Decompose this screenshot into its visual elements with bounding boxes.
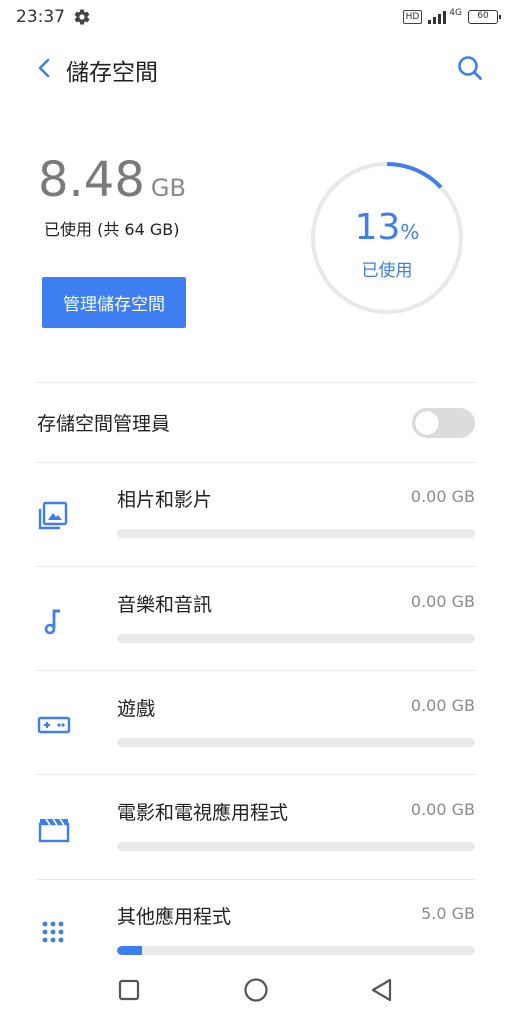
category-usage-fill: [117, 946, 143, 955]
category-size: 0.00 GB: [410, 696, 475, 715]
category-name: 相片和影片: [117, 489, 213, 511]
circle-icon[interactable]: [238, 972, 274, 1008]
category-games[interactable]: 遊戲 0.00 GB: [0, 672, 512, 776]
square-icon[interactable]: [111, 972, 147, 1008]
manage-storage-button[interactable]: 管理儲存空間: [42, 277, 186, 328]
divider: [37, 566, 475, 567]
category-movies-tv[interactable]: 電影和電視應用程式 0.00 GB: [0, 776, 512, 880]
category-name: 其他應用程式: [117, 906, 232, 928]
usage-percent-symbol: %: [400, 220, 420, 244]
clapperboard-icon: [38, 818, 70, 843]
gear-icon: [74, 9, 90, 25]
category-usage-bar: [117, 946, 475, 955]
apps-grid-icon: [42, 921, 64, 943]
category-size: 5.0 GB: [421, 904, 475, 923]
status-time: 23:37: [16, 7, 65, 27]
hd-badge: HD: [402, 10, 423, 24]
gamepad-icon: [37, 716, 71, 734]
triangle-back-icon[interactable]: [364, 972, 400, 1008]
storage-manager-toggle[interactable]: [412, 408, 475, 438]
network-type: 4G: [449, 8, 462, 18]
search-icon[interactable]: [454, 52, 486, 84]
category-other-apps[interactable]: 其他應用程式 5.0 GB: [0, 880, 512, 956]
toggle-knob: [415, 411, 439, 435]
category-size: 0.00 GB: [410, 592, 475, 611]
signal-icon: [428, 10, 447, 24]
divider: [37, 774, 475, 775]
status-bar: 23:37 HD 4G 60: [0, 0, 512, 36]
category-name: 遊戲: [117, 698, 156, 720]
category-name: 音樂和音訊: [117, 594, 213, 616]
category-size: 0.00 GB: [410, 487, 475, 506]
used-value: 8.48: [38, 152, 145, 208]
used-storage: 8.48 GB: [38, 152, 186, 208]
usage-percent-number: 13: [354, 207, 401, 248]
usage-percent: 13%: [310, 207, 464, 248]
used-unit: GB: [150, 174, 186, 202]
battery-icon: 60: [468, 10, 501, 24]
category-usage-bar: [117, 738, 475, 747]
category-usage-bar: [117, 634, 475, 643]
used-total-label: 已使用 (共 64 GB): [44, 220, 180, 239]
page-title: 儲存空間: [66, 60, 158, 86]
category-size: 0.00 GB: [410, 800, 475, 819]
category-photos-videos[interactable]: 相片和影片 0.00 GB: [0, 463, 512, 567]
storage-manager-label: 存儲空間管理員: [37, 413, 171, 435]
category-usage-bar: [117, 842, 475, 851]
usage-percent-label: 已使用: [361, 261, 413, 281]
divider: [37, 670, 475, 671]
music-note-icon: [44, 609, 60, 635]
category-music-audio[interactable]: 音樂和音訊 0.00 GB: [0, 568, 512, 672]
category-usage-bar: [117, 529, 475, 538]
top-bar: 儲存空間: [0, 44, 512, 92]
photos-icon: [38, 501, 68, 530]
category-name: 電影和電視應用程式: [117, 802, 289, 824]
chevron-left-icon[interactable]: [30, 52, 58, 84]
storage-manager-row[interactable]: 存儲空間管理員: [0, 383, 512, 461]
navigation-bar: [0, 958, 512, 1024]
